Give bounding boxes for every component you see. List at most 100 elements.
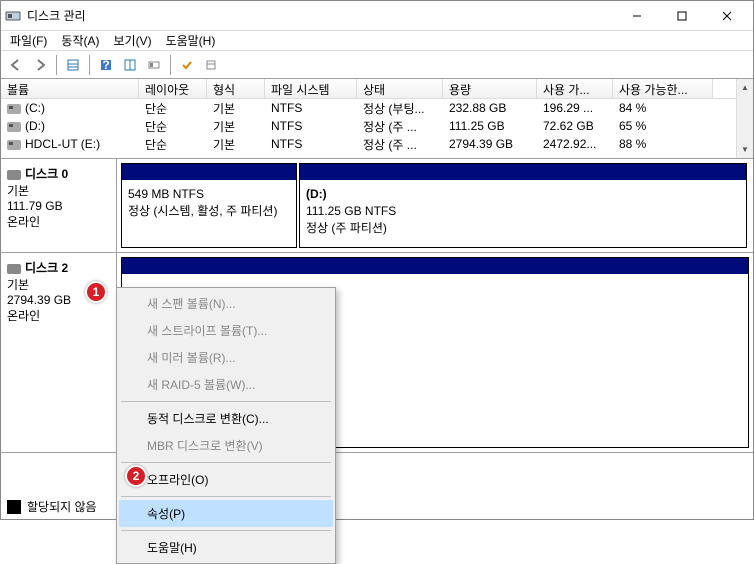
window-title: 디스크 관리 [27, 7, 614, 24]
col-capacity[interactable]: 용량 [443, 79, 537, 98]
col-layout[interactable]: 레이아웃 [139, 79, 207, 98]
toolbar-separator [89, 55, 90, 75]
menu-help[interactable]: 도움말(H) [119, 534, 333, 561]
toolbar-separator [170, 55, 171, 75]
partition-status: 정상 (시스템, 활성, 주 파티션) [128, 203, 290, 220]
partition-status: 정상 (주 파티션) [306, 220, 740, 237]
menu-new-stripe-volume: 새 스트라이프 볼륨(T)... [119, 317, 333, 344]
partition-size: 549 MB NTFS [128, 186, 290, 203]
window-buttons [614, 2, 749, 30]
close-button[interactable] [704, 2, 749, 30]
menu-view[interactable]: 보기(V) [106, 30, 158, 51]
volume-name: (D:) [25, 119, 45, 133]
volume-name: (C:) [25, 101, 45, 115]
help-button[interactable]: ? [95, 54, 117, 76]
disk-info[interactable]: 디스크 0 기본 111.79 GB 온라인 [1, 159, 117, 252]
menu-properties[interactable]: 속성(P) [119, 500, 333, 527]
volume-capacity: 2794.39 GB [443, 136, 537, 152]
disk-state: 온라인 [7, 307, 110, 324]
volume-layout: 단순 [139, 135, 207, 154]
menu-separator [121, 462, 331, 463]
volume-row[interactable]: (C:) 단순 기본 NTFS 정상 (부팅... 232.88 GB 196.… [1, 99, 753, 117]
annotation-badge-1: 1 [85, 281, 107, 303]
svg-text:?: ? [102, 58, 109, 72]
app-icon [5, 8, 21, 24]
volume-layout: 단순 [139, 117, 207, 136]
col-volume[interactable]: 볼륨 [1, 79, 139, 98]
volume-status: 정상 (주 ... [357, 135, 443, 154]
nav-back-button[interactable] [5, 54, 27, 76]
volume-icon [7, 140, 21, 150]
disk-name: 디스크 0 [25, 167, 68, 181]
partition-name: (D:) [306, 186, 740, 203]
volume-icon [7, 104, 21, 114]
volume-free: 72.62 GB [537, 118, 613, 134]
volume-layout: 단순 [139, 99, 207, 118]
menu-action[interactable]: 동작(A) [54, 30, 106, 51]
col-free[interactable]: 사용 가... [537, 79, 613, 98]
menu-convert-dynamic[interactable]: 동적 디스크로 변환(C)... [119, 405, 333, 432]
volume-status: 정상 (부팅... [357, 99, 443, 118]
action-check-button[interactable] [176, 54, 198, 76]
toolbar: ? [1, 51, 753, 79]
volume-fs: NTFS [265, 118, 357, 134]
volume-type: 기본 [207, 135, 265, 154]
context-menu: 새 스팬 볼륨(N)... 새 스트라이프 볼륨(T)... 새 미러 볼륨(R… [116, 287, 336, 564]
legend-swatch-unallocated [7, 500, 21, 514]
menu-new-span-volume: 새 스팬 볼륨(N)... [119, 290, 333, 317]
nav-forward-button[interactable] [29, 54, 51, 76]
volume-fs: NTFS [265, 100, 357, 116]
disk-icon [7, 170, 21, 180]
partition-bar [122, 164, 296, 180]
disk-partitions: 549 MB NTFS 정상 (시스템, 활성, 주 파티션) (D:) 111… [117, 159, 753, 252]
volume-free: 196.29 ... [537, 100, 613, 116]
volume-type: 기본 [207, 117, 265, 136]
partition[interactable]: 549 MB NTFS 정상 (시스템, 활성, 주 파티션) [121, 163, 297, 248]
menu-offline[interactable]: 오프라인(O) [119, 466, 333, 493]
annotation-badge-2: 2 [125, 465, 147, 487]
disk-state: 온라인 [7, 213, 110, 230]
disk-panel-0: 디스크 0 기본 111.79 GB 온라인 549 MB NTFS 정상 (시… [1, 159, 753, 253]
col-status[interactable]: 상태 [357, 79, 443, 98]
action-settings-button[interactable] [200, 54, 222, 76]
view-details-button[interactable] [119, 54, 141, 76]
menu-bar: 파일(F) 동작(A) 보기(V) 도움말(H) [1, 31, 753, 51]
toolbar-separator [56, 55, 57, 75]
volume-freepct: 84 % [613, 100, 713, 116]
col-type[interactable]: 형식 [207, 79, 265, 98]
volume-freepct: 65 % [613, 118, 713, 134]
menu-separator [121, 401, 331, 402]
partition[interactable]: (D:) 111.25 GB NTFS 정상 (주 파티션) [299, 163, 747, 248]
menu-help[interactable]: 도움말(H) [159, 30, 223, 51]
menu-separator [121, 530, 331, 531]
menu-file[interactable]: 파일(F) [3, 30, 54, 51]
volume-list-scrollbar[interactable]: ▲ ▼ [736, 79, 753, 158]
partition-bar [300, 164, 746, 180]
minimize-button[interactable] [614, 2, 659, 30]
volume-type: 기본 [207, 99, 265, 118]
volume-row[interactable]: HDCL-UT (E:) 단순 기본 NTFS 정상 (주 ... 2794.3… [1, 135, 753, 153]
disk-name: 디스크 2 [25, 261, 68, 275]
maximize-button[interactable] [659, 2, 704, 30]
volume-status: 정상 (주 ... [357, 117, 443, 136]
scroll-up-icon[interactable]: ▲ [737, 79, 753, 96]
disk-panel-2: 디스크 2 기본 2794.39 GB 온라인 [1, 253, 753, 453]
disk-type: 기본 [7, 182, 110, 199]
volume-capacity: 111.25 GB [443, 118, 537, 134]
col-fs[interactable]: 파일 시스템 [265, 79, 357, 98]
volume-list: 볼륨 레이아웃 형식 파일 시스템 상태 용량 사용 가... 사용 가능한..… [1, 79, 753, 159]
volume-freepct: 88 % [613, 136, 713, 152]
partition-bar [122, 258, 748, 274]
menu-new-mirror-volume: 새 미러 볼륨(R)... [119, 344, 333, 371]
scroll-down-icon[interactable]: ▼ [737, 141, 753, 158]
title-bar: 디스크 관리 [1, 1, 753, 31]
view-graphic-button[interactable] [143, 54, 165, 76]
col-freepct[interactable]: 사용 가능한... [613, 79, 713, 98]
disk-size: 111.79 GB [7, 199, 110, 213]
menu-convert-mbr: MBR 디스크로 변환(V) [119, 432, 333, 459]
view-list-button[interactable] [62, 54, 84, 76]
menu-separator [121, 496, 331, 497]
volume-capacity: 232.88 GB [443, 100, 537, 116]
disk-icon [7, 264, 21, 274]
volume-row[interactable]: (D:) 단순 기본 NTFS 정상 (주 ... 111.25 GB 72.6… [1, 117, 753, 135]
